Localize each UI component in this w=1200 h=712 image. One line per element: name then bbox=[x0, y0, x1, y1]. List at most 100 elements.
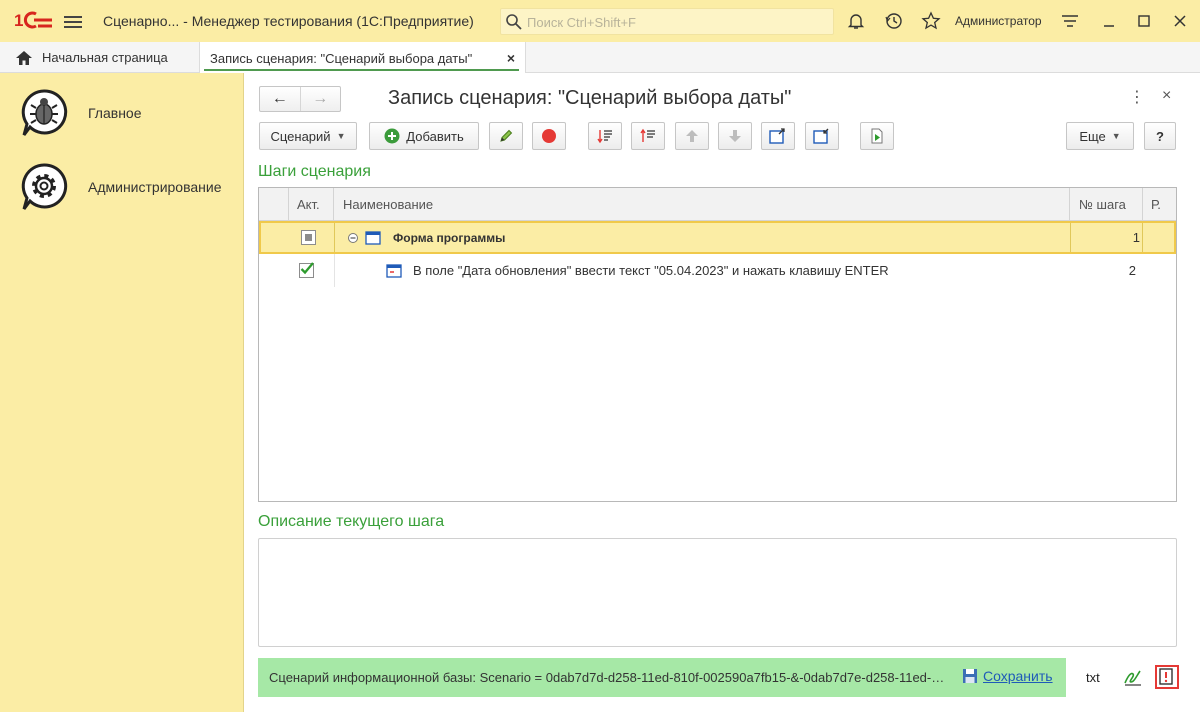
search-input[interactable] bbox=[527, 12, 827, 32]
window-import-icon bbox=[813, 128, 829, 144]
steps-table[interactable]: Акт. Наименование № шага Р. Форма програ… bbox=[258, 187, 1177, 502]
error-log-icon[interactable] bbox=[1155, 665, 1179, 689]
gear-icon bbox=[21, 163, 68, 210]
close-window-icon[interactable] bbox=[1170, 11, 1190, 31]
row-name: В поле "Дата обновления" ввести текст "0… bbox=[413, 263, 889, 278]
txt-export-button[interactable]: txt bbox=[1086, 670, 1100, 685]
bug-icon bbox=[21, 89, 68, 136]
help-button[interactable]: ? bbox=[1144, 122, 1176, 150]
run-button[interactable] bbox=[860, 122, 894, 150]
home-icon bbox=[16, 50, 32, 65]
title-bar: 1 Сценарно... - Менеджер тестирования (1… bbox=[0, 0, 1200, 42]
tab-active-indicator bbox=[204, 69, 519, 71]
history-icon[interactable] bbox=[884, 11, 904, 31]
window-export-icon bbox=[769, 128, 785, 144]
run-script-icon bbox=[871, 128, 883, 144]
row-r-cell bbox=[1142, 223, 1176, 252]
more-button-label: Еще bbox=[1079, 128, 1106, 144]
table-header: Акт. Наименование № шага Р. bbox=[259, 188, 1176, 221]
scenario-menu-label: Сценарий bbox=[270, 128, 331, 144]
scenario-menu-button[interactable]: Сценарий ▼ bbox=[259, 122, 357, 150]
pencil-icon bbox=[500, 129, 513, 142]
sidebar: Главное Администрирование bbox=[0, 73, 244, 712]
row-active-cell[interactable] bbox=[299, 254, 314, 287]
steps-section-title: Шаги сценария bbox=[258, 163, 371, 180]
row-name: Форма программы bbox=[393, 230, 506, 245]
sort-up-icon bbox=[640, 128, 655, 142]
search-box[interactable] bbox=[500, 8, 834, 35]
signature-icon[interactable] bbox=[1122, 666, 1144, 688]
chevron-down-icon: ▼ bbox=[1111, 131, 1121, 141]
record-icon bbox=[542, 129, 556, 143]
sidebar-item-administration[interactable]: Администрирование bbox=[20, 159, 240, 215]
more-button[interactable]: Еще ▼ bbox=[1066, 122, 1134, 150]
chevron-down-icon: ▼ bbox=[336, 131, 346, 141]
header-active[interactable]: Акт. bbox=[289, 188, 334, 221]
forward-arrow-icon[interactable]: → bbox=[301, 87, 341, 111]
header-r[interactable]: Р. bbox=[1143, 188, 1176, 221]
current-user[interactable]: Администратор bbox=[955, 14, 1042, 28]
header-spacer bbox=[259, 188, 289, 221]
tab-bar: Начальная страница Запись сценария: "Сце… bbox=[0, 42, 1200, 74]
export-button[interactable] bbox=[761, 122, 795, 150]
back-arrow-icon[interactable]: ← bbox=[260, 87, 301, 111]
table-row[interactable]: В поле "Дата обновления" ввести текст "0… bbox=[259, 254, 1176, 287]
header-step-no[interactable]: № шага bbox=[1070, 188, 1143, 221]
description-section-title: Описание текущего шага bbox=[258, 513, 445, 530]
column-divider bbox=[334, 254, 335, 287]
tab-close-icon[interactable]: × bbox=[507, 50, 515, 66]
sidebar-item-administration-label: Администрирование bbox=[88, 179, 222, 195]
header-name[interactable]: Наименование bbox=[334, 188, 1070, 221]
active-checkbox-checked[interactable] bbox=[299, 262, 314, 278]
tab-scenario-record[interactable]: Запись сценария: "Сценарий выбора даты" … bbox=[200, 42, 526, 74]
search-icon bbox=[506, 14, 522, 30]
sidebar-item-main[interactable]: Главное bbox=[20, 85, 240, 141]
save-link[interactable]: Сохранить bbox=[962, 668, 1053, 684]
step-description-field[interactable] bbox=[258, 538, 1177, 647]
input-field-icon bbox=[386, 254, 402, 287]
move-up-button[interactable] bbox=[675, 122, 709, 150]
form-window-icon bbox=[365, 223, 381, 252]
column-divider bbox=[334, 223, 335, 252]
settings-filter-icon[interactable] bbox=[1060, 11, 1080, 31]
favorites-star-icon[interactable] bbox=[921, 11, 941, 31]
status-text: Сценарий информационной базы: Scenario =… bbox=[269, 670, 949, 685]
table-row[interactable]: Форма программы 1 bbox=[259, 221, 1176, 254]
form-title: Запись сценария: "Сценарий выбора даты" bbox=[388, 87, 792, 109]
navigation-arrows: ← → bbox=[259, 86, 341, 112]
record-button[interactable] bbox=[532, 122, 566, 150]
edit-button[interactable] bbox=[489, 122, 523, 150]
insert-step-button[interactable] bbox=[631, 122, 665, 150]
main-menu-icon[interactable] bbox=[64, 13, 82, 29]
bell-icon[interactable] bbox=[846, 11, 866, 31]
form-close-icon[interactable]: × bbox=[1162, 87, 1171, 105]
arrow-up-icon bbox=[686, 130, 698, 142]
tab-home-label: Начальная страница bbox=[42, 50, 168, 65]
maximize-icon[interactable] bbox=[1134, 11, 1154, 31]
import-button[interactable] bbox=[805, 122, 839, 150]
sidebar-item-main-label: Главное bbox=[88, 105, 142, 121]
row-active-cell[interactable] bbox=[301, 223, 316, 252]
collapse-icon[interactable] bbox=[347, 223, 359, 252]
save-link-label: Сохранить bbox=[983, 668, 1053, 684]
form-more-actions-icon[interactable]: ⋮ bbox=[1129, 87, 1145, 107]
svg-text:1: 1 bbox=[14, 11, 23, 30]
app-title: Сценарно... - Менеджер тестирования (1С:… bbox=[103, 13, 474, 29]
add-plus-icon bbox=[384, 128, 400, 144]
1c-logo-icon[interactable]: 1 bbox=[14, 10, 54, 30]
move-down-button[interactable] bbox=[718, 122, 752, 150]
row-step-number: 2 bbox=[1128, 263, 1136, 278]
add-button[interactable]: Добавить bbox=[369, 122, 479, 150]
checkmark-icon bbox=[300, 262, 314, 275]
sort-down-icon bbox=[597, 130, 612, 144]
floppy-disk-icon bbox=[963, 669, 977, 683]
arrow-down-icon bbox=[729, 130, 741, 142]
sort-steps-button[interactable] bbox=[588, 122, 622, 150]
tab-home[interactable]: Начальная страница bbox=[0, 42, 200, 73]
row-step-number: 1 bbox=[1070, 223, 1142, 252]
active-checkbox-indeterminate[interactable] bbox=[301, 230, 316, 245]
infobase-scenario-status: Сценарий информационной базы: Scenario =… bbox=[258, 658, 1066, 697]
add-button-label: Добавить bbox=[406, 128, 464, 144]
minimize-icon[interactable] bbox=[1099, 11, 1119, 31]
scenario-form: ← → Запись сценария: "Сценарий выбора да… bbox=[245, 73, 1200, 712]
